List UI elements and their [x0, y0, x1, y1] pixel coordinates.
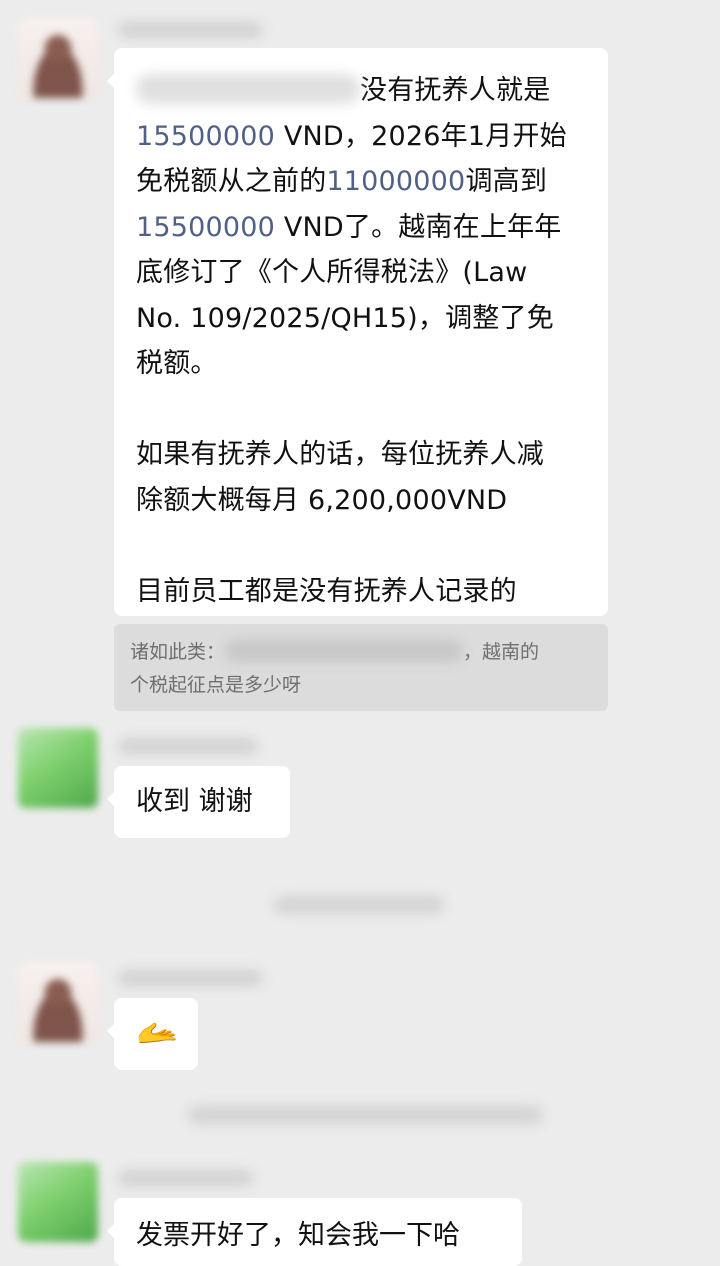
system-message-redacted	[188, 1106, 543, 1124]
message-text: 发票开好了，知会我一下哈	[136, 1220, 460, 1251]
empty-line	[136, 523, 567, 569]
redacted-mention	[136, 74, 360, 104]
message-bubble[interactable]: 发票开好了，知会我一下哈	[107, 1198, 522, 1266]
message-line: 免税额从之前的11000000调高到	[136, 166, 548, 197]
message-line: 15500000 VND，2026年1月开始	[136, 120, 567, 152]
contact-name-redacted	[118, 738, 258, 754]
sender-name-redacted	[118, 970, 263, 986]
quote-redacted	[225, 640, 464, 662]
message-bubble[interactable]: 没有抚养人就是 15500000 VND，2026年1月开始 免税额从之前的11…	[107, 48, 608, 616]
message-line: 税额。	[136, 348, 218, 379]
amount-number: 11000000	[326, 166, 466, 197]
message-bubble[interactable]: 收到 谢谢	[107, 766, 290, 838]
message-line: 如果有抚养人的话，每位抚养人减	[136, 439, 544, 470]
quoted-message[interactable]: 诸如此类： ，越南的 个税起征点是多少呀	[114, 624, 608, 711]
contact-avatar[interactable]	[18, 1162, 98, 1242]
message-text: 收到 谢谢	[136, 786, 253, 817]
message-line: 目前员工都是没有抚养人记录的	[136, 575, 517, 607]
sender-avatar[interactable]	[18, 18, 98, 98]
contact-avatar[interactable]	[18, 728, 98, 808]
contact-name-redacted	[118, 1170, 253, 1186]
system-message-redacted	[274, 896, 444, 914]
empty-line	[136, 387, 567, 433]
amount-number: 15500000	[136, 120, 276, 152]
message-bubble[interactable]: 🫴	[107, 998, 198, 1070]
message-line: 15500000 VND了。越南在上年年	[136, 211, 562, 243]
message-line: 没有抚养人就是	[136, 68, 567, 114]
emoji-icon: 🫴	[136, 1013, 179, 1053]
amount-number: 15500000	[136, 211, 276, 243]
quote-text: 诸如此类： ，越南的 个税起征点是多少呀	[130, 640, 540, 696]
sender-name-redacted	[118, 22, 263, 38]
message-line: 底修订了《个人所得税法》(Law	[136, 257, 528, 288]
message-text: 没有抚养人就是 15500000 VND，2026年1月开始 免税额从之前的11…	[136, 68, 567, 614]
message-line: No. 109/2025/QH15)，调整了免	[136, 302, 554, 334]
message-line: 除额大概每月 6,200,000VND	[136, 484, 508, 516]
sender-avatar[interactable]	[18, 962, 98, 1042]
